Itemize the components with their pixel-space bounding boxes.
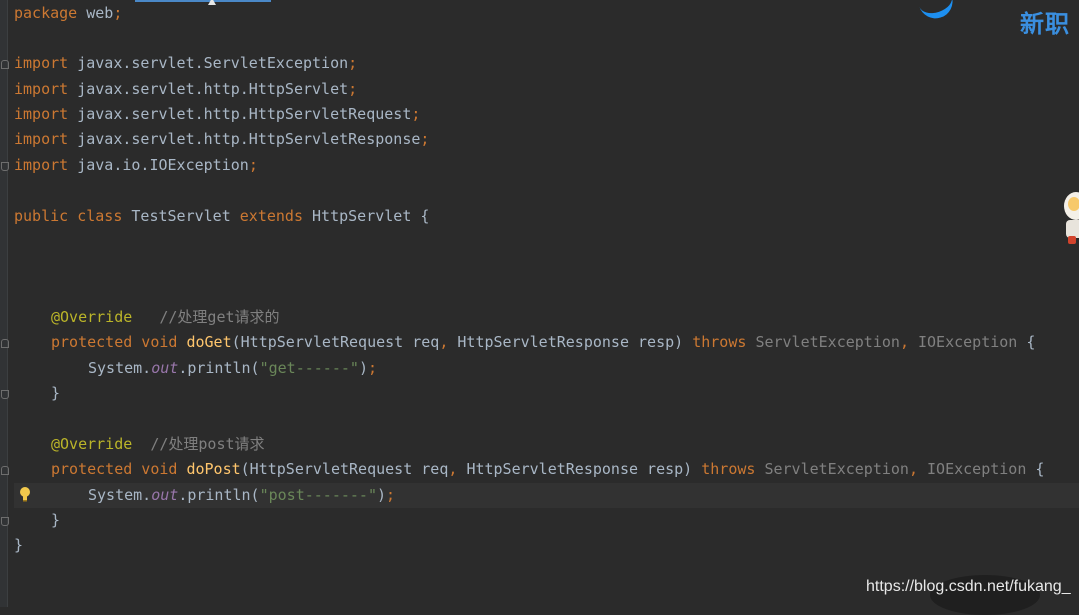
code-token: HttpServletResponse resp) [466, 460, 702, 478]
brand-logo-text: 新职 [1020, 10, 1070, 38]
code-token: throws [692, 333, 747, 351]
code-token: import [14, 105, 69, 123]
code-token: .println( [178, 486, 260, 504]
code-token: javax.servlet.ServletException [77, 54, 349, 72]
code-token: doPost [186, 460, 241, 478]
code-line[interactable]: protected void doPost(HttpServletRequest… [14, 457, 1079, 482]
code-line[interactable] [14, 26, 1079, 51]
code-line[interactable] [14, 229, 1079, 254]
code-token: protected void [51, 333, 178, 351]
code-token: protected void [51, 460, 178, 478]
code-line[interactable]: public class TestServlet extends HttpSer… [14, 204, 1079, 229]
code-token: ) [377, 486, 387, 504]
code-token: } [51, 384, 61, 402]
code-line[interactable] [14, 178, 1079, 203]
code-token: javax.servlet.http.HttpServletResponse [77, 130, 421, 148]
code-token: ; [420, 130, 430, 148]
code-line[interactable]: System.out.println("get------"); [14, 356, 1079, 381]
code-line[interactable]: import javax.servlet.ServletException; [14, 51, 1079, 76]
code-token: { [1035, 460, 1045, 478]
code-token: ; [411, 105, 421, 123]
code-token: } [51, 511, 61, 529]
code-line[interactable]: @Override //处理get请求的 [14, 305, 1079, 330]
code-token: web [86, 4, 114, 22]
lightbulb-icon[interactable] [19, 486, 31, 502]
code-token: javax.servlet.http.HttpServletRequest [77, 105, 412, 123]
code-token: ServletException [764, 460, 909, 478]
code-token: import [14, 54, 69, 72]
watermark-url: https://blog.csdn.net/fukang_ [866, 578, 1071, 595]
code-line[interactable]: } [14, 508, 1079, 533]
code-token: ; [348, 80, 358, 98]
code-line[interactable] [14, 407, 1079, 432]
code-token: ; [248, 156, 258, 174]
code-token: IOException [918, 333, 1018, 351]
code-line[interactable] [14, 254, 1079, 279]
code-token: { [1026, 333, 1036, 351]
code-token: //处理get请求的 [141, 308, 280, 326]
code-line[interactable]: import javax.servlet.http.HttpServlet; [14, 77, 1079, 102]
code-token: ; [367, 359, 377, 377]
code-token: javax.servlet.http.HttpServlet [77, 80, 349, 98]
code-line[interactable]: import javax.servlet.http.HttpServletReq… [14, 102, 1079, 127]
mascot-icon [1064, 192, 1079, 244]
code-token: .println( [178, 359, 260, 377]
code-token: throws [701, 460, 756, 478]
code-line[interactable]: protected void doGet(HttpServletRequest … [14, 330, 1079, 355]
fold-marker-icon[interactable] [1, 162, 9, 171]
code-token: (HttpServletRequest req [240, 460, 449, 478]
code-line[interactable]: import java.io.IOException; [14, 153, 1079, 178]
code-line[interactable]: @Override //处理post请求 [14, 432, 1079, 457]
code-token: import [14, 156, 69, 174]
gutter-divider [7, 0, 8, 607]
code-token: doGet [186, 333, 232, 351]
fold-marker-icon[interactable] [1, 517, 9, 526]
code-token: //处理post请求 [141, 435, 265, 453]
code-line[interactable]: } [14, 533, 1079, 558]
code-token: java.io.IOException [77, 156, 249, 174]
fold-marker-icon[interactable] [1, 466, 9, 475]
code-token: extends [239, 207, 303, 225]
code-line[interactable] [14, 280, 1079, 305]
code-token: ) [358, 359, 368, 377]
code-token: System. [88, 486, 152, 504]
fold-marker-icon[interactable] [1, 339, 9, 348]
code-token: TestServlet [131, 207, 240, 225]
code-token: import [14, 80, 69, 98]
code-token: , [908, 460, 918, 478]
code-token: , [899, 333, 909, 351]
fold-marker-icon[interactable] [1, 390, 9, 399]
code-token: , [448, 460, 458, 478]
code-token: @Override [51, 308, 133, 326]
code-token: ServletException [755, 333, 900, 351]
code-token: , [439, 333, 449, 351]
code-token: package [14, 4, 78, 22]
code-token: HttpServletResponse resp) [457, 333, 693, 351]
code-token: (HttpServletRequest req [231, 333, 440, 351]
code-line[interactable]: } [14, 381, 1079, 406]
code-token: ; [386, 486, 396, 504]
code-token: out [151, 486, 179, 504]
code-token: "get------" [259, 359, 359, 377]
code-token: IOException [927, 460, 1027, 478]
code-token: @Override [51, 435, 133, 453]
code-token: out [151, 359, 179, 377]
code-token: System. [88, 359, 152, 377]
code-token: ; [348, 54, 358, 72]
code-token: ; [113, 4, 123, 22]
code-line[interactable]: import javax.servlet.http.HttpServletRes… [14, 127, 1079, 152]
code-token: public class [14, 207, 123, 225]
code-token: } [14, 536, 24, 554]
code-token: "post-------" [259, 486, 377, 504]
code-token: HttpServlet { [312, 207, 430, 225]
fold-marker-icon[interactable] [1, 60, 9, 69]
code-line[interactable]: System.out.println("post-------"); [14, 483, 1079, 508]
code-token: import [14, 130, 69, 148]
